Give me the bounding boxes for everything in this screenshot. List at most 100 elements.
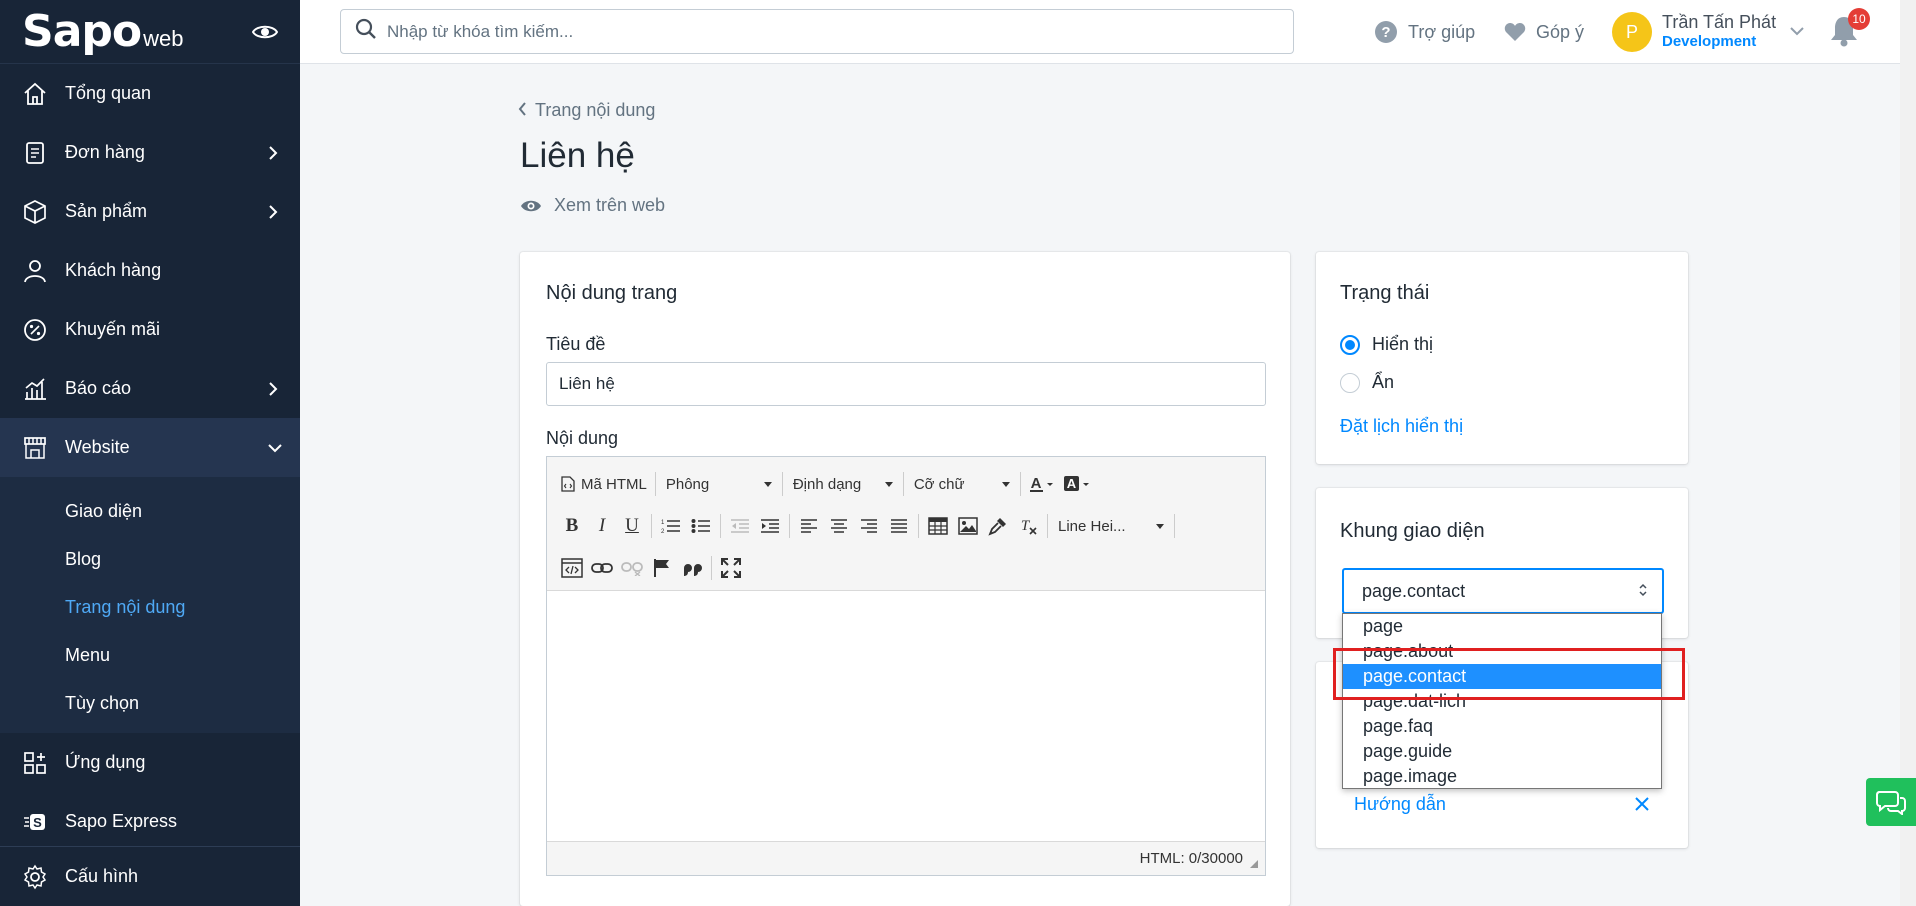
toolbar-row-3 [557, 547, 1255, 589]
breadcrumb[interactable]: Trang nội dung [518, 100, 655, 121]
format-painter-icon[interactable] [983, 511, 1013, 541]
sapo-web-logo[interactable]: Sapo web [22, 6, 183, 57]
dropdown-option[interactable]: page.dat-lich [1343, 689, 1661, 714]
topbar: ? Trợ giúp Góp ý P Trần Tấn Phát Develop… [300, 0, 1916, 64]
dropdown-option[interactable]: page [1343, 614, 1661, 639]
bar-chart-icon [20, 374, 50, 404]
text-color-button[interactable]: A [1025, 469, 1059, 499]
subnav-item-blog[interactable]: Blog [0, 535, 300, 583]
unlink-icon[interactable] [617, 553, 647, 583]
sidebar-item-label: Sản phẩm [65, 201, 148, 221]
sidebar-item-label: Đơn hàng [65, 142, 145, 162]
eye-icon [520, 198, 542, 214]
page-scrollbar[interactable] [1900, 0, 1916, 906]
sidebar-item-sapo-express[interactable]: S Sapo Express [0, 792, 300, 851]
discount-icon [20, 315, 50, 345]
svg-text:S: S [33, 815, 42, 830]
subnav-item-preferences[interactable]: Tùy chọn [0, 679, 300, 727]
indent-icon[interactable] [755, 511, 785, 541]
logo-suffix-text: web [143, 26, 184, 51]
show-option-label: Hiển thị [1372, 334, 1434, 354]
feedback-link[interactable]: Góp ý [1504, 0, 1584, 64]
subnav-item-themes[interactable]: Giao diện [0, 487, 300, 535]
bullet-list-icon[interactable] [686, 511, 716, 541]
content-field-label: Nội dung [546, 428, 619, 448]
font-size-dropdown[interactable]: Cỡ chữ [908, 476, 1016, 493]
blockquote-icon[interactable] [677, 553, 707, 583]
sidebar-item-promotions[interactable]: Khuyến mãi [0, 300, 300, 359]
visibility-hide-option[interactable]: Ẩn [1340, 372, 1394, 393]
guide-link[interactable]: Hướng dẫn [1354, 794, 1446, 815]
visibility-show-option[interactable]: Hiển thị [1340, 334, 1433, 355]
background-color-button[interactable]: A [1059, 469, 1095, 499]
status-card: Trạng thái Hiển thị Ẩn Đặt lịch hiển thị [1316, 252, 1688, 464]
content-card-title: Nội dung trang [546, 282, 678, 304]
ordered-list-icon[interactable]: 12 [656, 511, 686, 541]
format-dropdown[interactable]: Định dạng [787, 476, 899, 493]
chat-bubble-icon [1876, 791, 1906, 815]
dropdown-option[interactable]: page.guide [1343, 739, 1661, 764]
help-link[interactable]: ? Trợ giúp [1374, 0, 1475, 64]
clear-format-icon[interactable]: T [1013, 511, 1043, 541]
font-family-dropdown[interactable]: Phông [660, 476, 778, 493]
subnav-item-pages[interactable]: Trang nội dung [0, 583, 300, 631]
subnav-item-menu[interactable]: Menu [0, 631, 300, 679]
svg-text:?: ? [1381, 24, 1390, 41]
font-family-label: Phông [665, 475, 710, 493]
box-icon [20, 197, 50, 227]
sidebar-item-label: Tổng quan [65, 83, 152, 103]
align-left-icon[interactable] [794, 511, 824, 541]
user-menu[interactable]: P Trần Tấn Phát Development [1612, 10, 1804, 54]
view-store-eye-icon[interactable] [250, 17, 280, 47]
html-code-button[interactable]: Mã HTML [557, 469, 651, 499]
chat-support-button[interactable] [1866, 778, 1916, 826]
question-circle-icon: ? [1374, 20, 1398, 44]
caret-down-icon [1001, 481, 1010, 487]
help-label: Trợ giúp [1408, 21, 1476, 42]
bold-icon[interactable]: B [557, 511, 587, 541]
align-justify-icon[interactable] [884, 511, 914, 541]
schedule-display-link[interactable]: Đặt lịch hiển thị [1340, 416, 1463, 437]
underline-icon[interactable]: U [617, 511, 647, 541]
sidebar-item-website[interactable]: Website [0, 418, 300, 477]
radio-checked[interactable] [1340, 334, 1360, 355]
svg-text:2: 2 [661, 529, 665, 534]
dropdown-option-selected[interactable]: page.contact [1343, 664, 1661, 689]
line-height-dropdown[interactable]: Line Hei... [1052, 518, 1170, 535]
editor-status-bar: HTML: 0/30000 [547, 841, 1265, 875]
link-icon[interactable] [587, 553, 617, 583]
sidebar-item-overview[interactable]: Tổng quan [0, 64, 300, 123]
search-input[interactable] [387, 21, 1267, 42]
sidebar-item-customers[interactable]: Khách hàng [0, 241, 300, 300]
sidebar-item-orders[interactable]: Đơn hàng [0, 123, 300, 182]
outdent-icon[interactable] [725, 511, 755, 541]
image-icon[interactable] [953, 511, 983, 541]
search-box[interactable] [340, 9, 1294, 54]
radio-unchecked[interactable] [1340, 372, 1360, 393]
view-on-web-link[interactable]: Xem trên web [520, 195, 665, 216]
title-input[interactable]: Liên hệ [546, 362, 1266, 406]
toolbar-separator [654, 472, 656, 496]
editor-content-area[interactable] [547, 591, 1265, 841]
table-icon[interactable] [923, 511, 953, 541]
embed-code-icon[interactable] [557, 553, 587, 583]
italic-icon[interactable]: I [587, 511, 617, 541]
dropdown-option[interactable]: page.about [1343, 639, 1661, 664]
sidebar-item-settings[interactable]: Cấu hình [0, 846, 300, 906]
close-icon[interactable] [1634, 796, 1650, 817]
home-icon [20, 79, 50, 109]
align-center-icon[interactable] [824, 511, 854, 541]
user-icon [20, 256, 50, 286]
background-color-icon: A [1063, 476, 1089, 491]
dropdown-option[interactable]: page.image [1343, 764, 1661, 788]
sidebar-item-reports[interactable]: Báo cáo [0, 359, 300, 418]
dropdown-option[interactable]: page.faq [1343, 714, 1661, 739]
resize-handle-icon[interactable] [1249, 859, 1259, 869]
flag-anchor-icon[interactable] [647, 553, 677, 583]
template-select[interactable]: page.contact [1342, 568, 1664, 614]
title-field-label: Tiêu đề [546, 334, 606, 354]
sidebar-item-apps[interactable]: Ứng dụng [0, 733, 300, 792]
fullscreen-icon[interactable] [716, 553, 746, 583]
sidebar-item-products[interactable]: Sản phẩm [0, 182, 300, 241]
align-right-icon[interactable] [854, 511, 884, 541]
